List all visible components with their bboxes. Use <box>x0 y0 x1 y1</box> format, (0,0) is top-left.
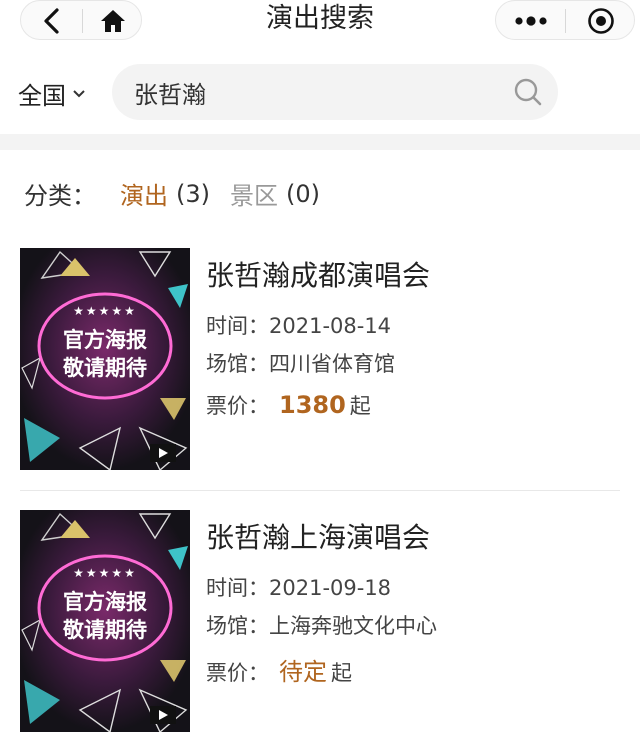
price-value: 1380 <box>279 391 346 419</box>
category-shows-tab[interactable]: 演出 <box>120 176 168 211</box>
search-box[interactable] <box>112 64 558 120</box>
event-card[interactable]: ★★★★★ 官方海报 敬请期待 张哲瀚上海演唱会 时间： 2021-09-18 … <box>0 510 640 732</box>
event-price: 票价： 待定 起 <box>206 652 352 687</box>
category-scenic-tab[interactable]: 景区 <box>230 176 278 211</box>
nav-right-capsule <box>495 0 635 40</box>
venue-value: 四川省体育馆 <box>269 352 395 376</box>
time-value: 2021-09-18 <box>269 576 392 600</box>
price-suffix: 起 <box>349 394 371 418</box>
venue-label: 场馆： <box>206 352 269 376</box>
event-poster[interactable]: ★★★★★ 官方海报 敬请期待 <box>20 248 190 470</box>
event-time: 时间： 2021-09-18 <box>206 572 391 602</box>
time-label: 时间： <box>206 576 269 600</box>
price-label: 票价： <box>206 394 269 418</box>
venue-label: 场馆： <box>206 614 269 638</box>
chevron-down-icon <box>73 89 85 97</box>
search-input[interactable] <box>134 64 494 120</box>
event-title[interactable]: 张哲瀚上海演唱会 <box>206 516 430 556</box>
poster-line1: 官方海报 <box>63 590 147 614</box>
event-poster[interactable]: ★★★★★ 官方海报 敬请期待 <box>20 510 190 732</box>
poster-line1: 官方海报 <box>63 328 147 352</box>
event-venue: 场馆： 上海奔驰文化中心 <box>206 610 437 640</box>
search-row: 全国 <box>0 50 640 134</box>
event-title[interactable]: 张哲瀚成都演唱会 <box>206 254 430 294</box>
category-filter: 分类： 演出 (3) 景区 (0) <box>24 176 320 211</box>
section-separator <box>0 134 640 150</box>
category-shows-count: (3) <box>176 179 210 208</box>
event-card[interactable]: ★★★★★ 官方海报 敬请期待 张哲瀚成都演唱会 时间： 2021-08-14 … <box>0 248 640 488</box>
poster-stars: ★★★★★ <box>73 566 137 580</box>
nav-bar: 演出搜索 <box>0 0 640 44</box>
region-selector[interactable]: 全国 <box>18 76 86 111</box>
more-button[interactable] <box>496 1 565 41</box>
region-label: 全国 <box>18 82 66 110</box>
price-value: 待定 <box>279 658 327 686</box>
category-scenic-count: (0) <box>286 179 320 208</box>
venue-value: 上海奔驰文化中心 <box>269 614 437 638</box>
price-suffix: 起 <box>331 661 352 685</box>
close-target-icon <box>587 8 614 34</box>
close-button[interactable] <box>566 1 635 41</box>
filter-label: 分类： <box>24 182 96 210</box>
time-value: 2021-08-14 <box>269 314 392 338</box>
event-venue: 场馆： 四川省体育馆 <box>206 348 395 378</box>
poster-line2: 敬请期待 <box>63 618 147 642</box>
card-divider <box>20 490 620 491</box>
poster-line2: 敬请期待 <box>63 356 147 380</box>
event-time: 时间： 2021-08-14 <box>206 310 391 340</box>
search-icon[interactable] <box>512 76 544 108</box>
price-label: 票价： <box>206 661 269 685</box>
time-label: 时间： <box>206 314 269 338</box>
event-price: 票价： 1380 起 <box>206 390 371 420</box>
poster-stars: ★★★★★ <box>73 304 137 318</box>
more-icon <box>514 16 547 26</box>
